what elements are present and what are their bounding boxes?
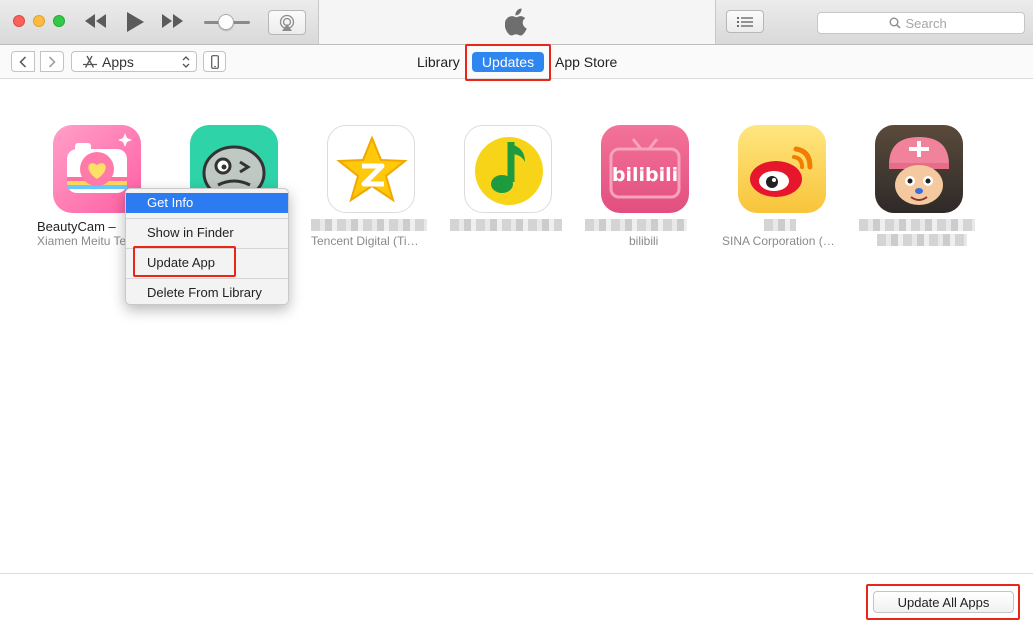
device-button[interactable] bbox=[203, 51, 226, 72]
qzone-star-icon[interactable] bbox=[327, 125, 415, 213]
chevron-left-icon bbox=[19, 55, 27, 68]
airplay-button[interactable] bbox=[268, 10, 306, 35]
rewind-button[interactable] bbox=[84, 9, 108, 33]
blurred-app-name bbox=[311, 219, 427, 231]
menu-separator bbox=[126, 278, 288, 279]
menu-item-show-in-finder[interactable]: Show in Finder bbox=[126, 223, 288, 243]
app-developer: SINA Corporation (… bbox=[722, 234, 835, 248]
blurred-app-name bbox=[585, 219, 687, 231]
menu-item-get-info[interactable]: Get Info bbox=[126, 193, 288, 213]
app-store-icon bbox=[83, 55, 97, 68]
app-name: BeautyCam – bbox=[37, 219, 116, 234]
tab-updates[interactable]: Updates bbox=[472, 52, 544, 72]
play-icon bbox=[127, 12, 144, 32]
update-all-apps-button[interactable]: Update All Apps bbox=[873, 591, 1014, 613]
app-developer: bilibili bbox=[629, 234, 659, 248]
bilibili-icon[interactable]: bilibili bbox=[601, 125, 689, 213]
volume-slider-knob[interactable] bbox=[218, 14, 234, 30]
close-window-button[interactable] bbox=[13, 15, 25, 27]
search-field[interactable] bbox=[817, 12, 1025, 34]
chevron-right-icon bbox=[48, 55, 56, 68]
rewind-icon bbox=[85, 14, 106, 28]
blurred-app-developer bbox=[877, 234, 967, 246]
context-menu: Get Info Show in Finder Update App Delet… bbox=[125, 188, 289, 305]
airplay-icon bbox=[279, 14, 295, 31]
play-button[interactable] bbox=[122, 9, 148, 35]
one-piece-chopper-icon[interactable] bbox=[875, 125, 963, 213]
blurred-app-name bbox=[450, 219, 562, 231]
back-button[interactable] bbox=[11, 51, 35, 72]
tab-app-store[interactable]: App Store bbox=[555, 52, 617, 72]
navigation-bar: Apps Library Updates App Store bbox=[0, 45, 1033, 79]
up-down-chevron-icon bbox=[182, 56, 190, 68]
qq-music-icon[interactable] bbox=[464, 125, 552, 213]
menu-separator bbox=[126, 248, 288, 249]
media-kind-label: Apps bbox=[102, 53, 134, 70]
blurred-app-name bbox=[859, 219, 975, 231]
title-bar bbox=[0, 0, 1033, 45]
fast-forward-button[interactable] bbox=[160, 9, 184, 33]
menu-item-delete-from-library[interactable]: Delete From Library bbox=[126, 283, 288, 303]
weibo-icon[interactable] bbox=[738, 125, 826, 213]
iphone-icon bbox=[210, 54, 219, 69]
apple-logo-icon bbox=[505, 8, 527, 36]
menu-separator bbox=[126, 218, 288, 219]
menu-item-update-app[interactable]: Update App bbox=[126, 253, 288, 273]
fast-forward-icon bbox=[162, 14, 183, 28]
forward-button[interactable] bbox=[40, 51, 64, 72]
search-icon bbox=[889, 17, 901, 29]
minimize-window-button[interactable] bbox=[33, 15, 45, 27]
now-playing-display bbox=[318, 0, 716, 44]
footer-bar: Update All Apps bbox=[0, 573, 1033, 628]
svg-text:bilibili: bilibili bbox=[612, 164, 678, 186]
zoom-window-button[interactable] bbox=[53, 15, 65, 27]
app-developer: Tencent Digital (Ti… bbox=[311, 234, 419, 248]
tab-library[interactable]: Library bbox=[417, 52, 460, 72]
list-icon bbox=[737, 16, 753, 27]
blurred-app-name bbox=[764, 219, 796, 231]
media-kind-selector[interactable]: Apps bbox=[71, 51, 197, 72]
app-developer: Xiamen Meitu Te bbox=[37, 234, 127, 248]
up-next-list-button[interactable] bbox=[726, 10, 764, 33]
search-input[interactable] bbox=[905, 15, 954, 31]
